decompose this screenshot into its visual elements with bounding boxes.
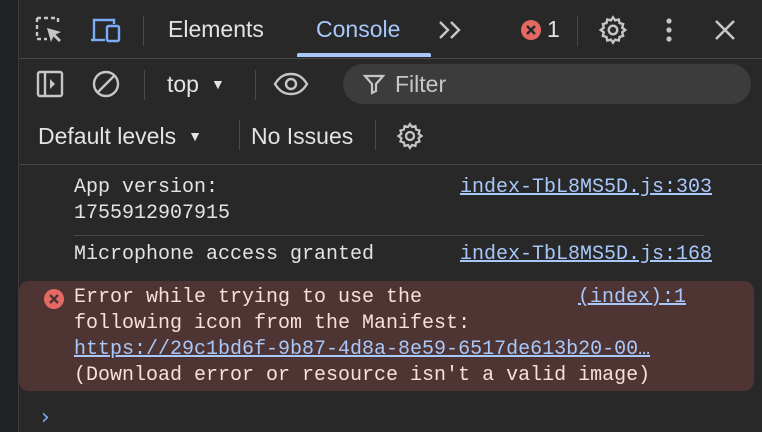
divider — [577, 16, 578, 46]
console-toolbar: top ▼ Default levels ▼ No Issues — [19, 58, 762, 165]
message-divider — [74, 235, 704, 236]
console-message: App version: 1755912907915 index-TbL8MS5… — [74, 175, 712, 227]
message-source-link[interactable]: index-TbL8MS5D.js:168 — [460, 242, 712, 268]
message-source-link[interactable]: (index):1 — [578, 285, 686, 311]
sidebar-toggle-icon[interactable] — [33, 68, 67, 100]
left-panel-edge — [0, 0, 19, 432]
log-levels-dropdown[interactable]: Default levels ▼ — [38, 116, 202, 156]
close-icon[interactable] — [709, 13, 741, 47]
chevron-down-icon: ▼ — [210, 76, 225, 92]
console-messages: App version: 1755912907915 index-TbL8MS5… — [19, 165, 762, 432]
context-selector[interactable]: top ▼ — [167, 64, 225, 104]
more-options-kebab-icon[interactable] — [657, 13, 681, 47]
inspect-element-icon[interactable] — [32, 13, 66, 47]
device-toolbar-icon[interactable] — [88, 13, 124, 47]
divider — [375, 120, 376, 150]
divider — [144, 70, 145, 100]
active-tab-indicator — [297, 53, 431, 57]
error-count[interactable]: 1 — [547, 0, 560, 58]
filter-funnel-icon — [363, 73, 385, 95]
devtools-tabbar: Elements Console 1 — [19, 0, 762, 59]
tab-elements[interactable]: Elements — [168, 0, 264, 58]
manifest-icon-url-link[interactable]: https://29c1bd6f-9b87-4d8a-8e59-6517de61… — [74, 337, 714, 363]
console-prompt-chevron-icon[interactable]: › — [41, 405, 50, 431]
clear-console-icon[interactable] — [89, 68, 123, 100]
divider — [143, 16, 144, 46]
message-source-link[interactable]: index-TbL8MS5D.js:303 — [460, 175, 712, 201]
divider — [255, 70, 256, 100]
devtools-panel: Elements Console 1 top ▼ Filter Default … — [19, 0, 762, 432]
filter-box[interactable] — [343, 64, 751, 104]
live-expression-eye-icon[interactable] — [271, 68, 311, 100]
error-icon[interactable] — [519, 18, 543, 42]
error-detail: (Download error or resource isn't a vali… — [74, 364, 651, 387]
tab-console[interactable]: Console — [316, 0, 400, 58]
more-tabs-icon[interactable] — [433, 13, 467, 47]
chevron-down-icon: ▼ — [188, 128, 202, 144]
divider — [239, 120, 240, 150]
error-icon — [43, 288, 65, 319]
console-settings-gear-icon[interactable] — [393, 120, 427, 152]
issues-button[interactable]: No Issues — [251, 116, 353, 156]
settings-gear-icon[interactable] — [596, 13, 630, 47]
filter-input[interactable] — [393, 69, 717, 99]
error-message: Error while trying to use the following … — [19, 281, 754, 391]
console-message: Microphone access granted index-TbL8MS5D… — [74, 242, 712, 268]
